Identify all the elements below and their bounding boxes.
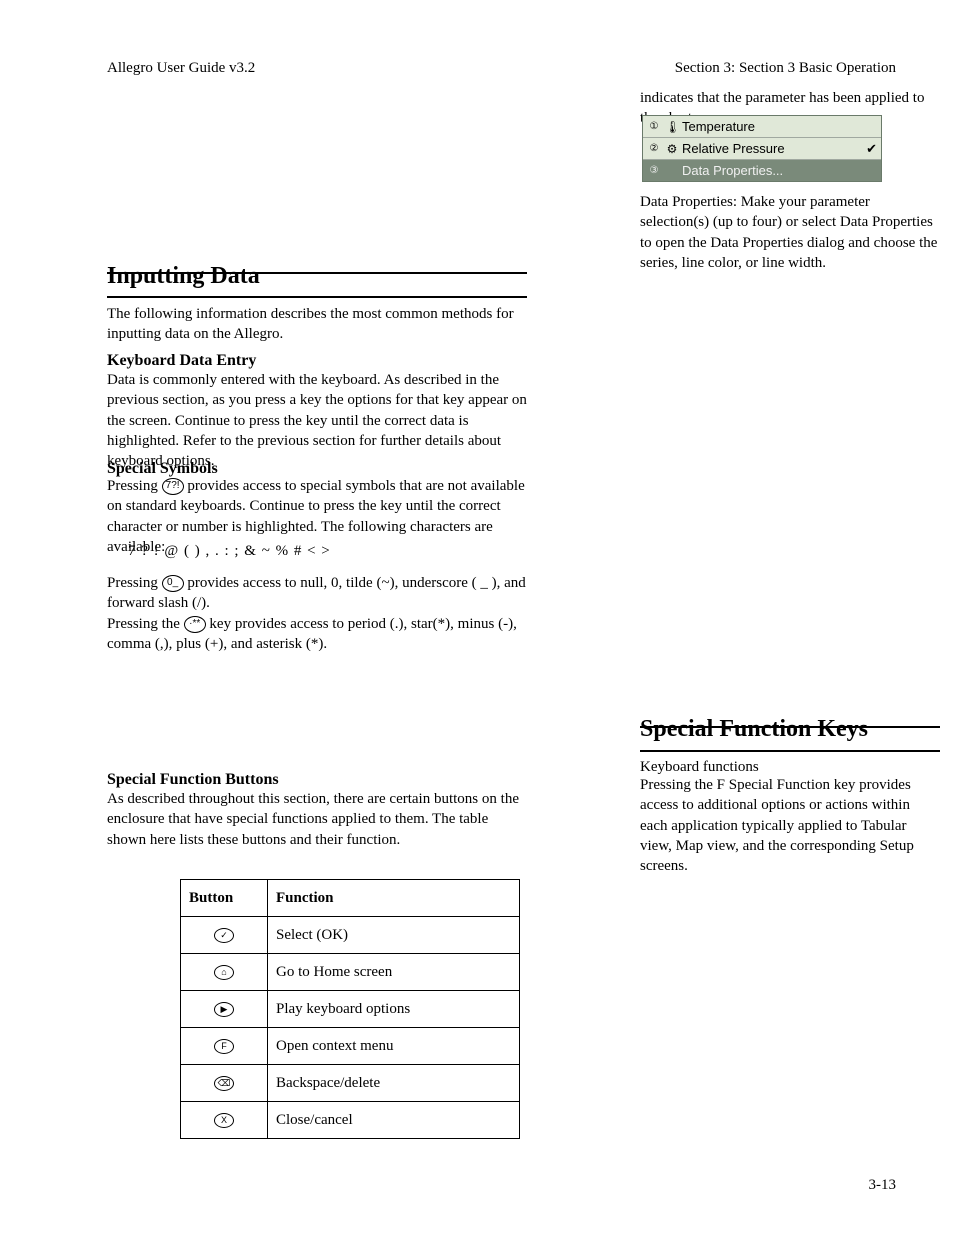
check-icon: ✔ [866,141,877,157]
text: Pressing [107,478,162,494]
cell-function: Select (OK) [268,917,520,954]
key-dot: ·** [184,616,206,633]
heading-inputting-data: Inputting Data [107,263,260,290]
subhead-keyboard-entry: Keyboard Data Entry [107,350,256,372]
menu-item-temperature[interactable]: ① 🌡 Temperature [643,116,881,138]
thermometer-icon: 🌡 [665,120,679,134]
play-button-icon: ▶ [214,1002,234,1017]
function-buttons-table: Button Function ✓ Select (OK) ⌂ Go to Ho… [180,879,520,1139]
cell-function: Play keyboard options [268,991,520,1028]
cancel-button-icon: X [214,1113,234,1128]
header-right: Section 3: Section 3 Basic Operation [675,58,896,78]
header-left: Allegro User Guide v3.2 [107,58,255,78]
subhead-special-function-buttons: Special Function Buttons [107,769,279,791]
cell-function: Backspace/delete [268,1065,520,1102]
backspace-button-icon: ⌫ [214,1076,234,1091]
text: Pressing [107,575,162,591]
page-number: 3-13 [869,1175,897,1195]
menu-number-1: ① [647,120,661,134]
menu-item-data-properties[interactable]: ③ Data Properties... [643,160,881,182]
table-row: F Open context menu [181,1028,520,1065]
home-button-icon: ⌂ [214,965,234,980]
f-button-icon: F [214,1039,234,1054]
menu-label: Relative Pressure [682,141,785,156]
context-menu: ① 🌡 Temperature ② ⚙ Relative Pressure ✔ … [642,115,882,182]
th-button: Button [181,880,268,917]
cell-function: Close/cancel [268,1102,520,1139]
cell-function: Open context menu [268,1028,520,1065]
table-row: ⌫ Backspace/delete [181,1065,520,1102]
menu-label: Temperature [682,119,755,134]
heading-special-function-keys: Special Function Keys [640,716,868,743]
cell-function: Go to Home screen [268,954,520,991]
keyboard-entry-body: Data is commonly entered with the keyboa… [107,370,527,471]
special-function-buttons-body: As described throughout this section, th… [107,789,527,850]
special-symbols-body-3: Pressing the ·** key provides access to … [107,614,527,655]
symbol-list: 7 ? ! @ ( ) , . : ; & ~ % # < > [128,541,331,561]
menu-item-relative-pressure[interactable]: ② ⚙ Relative Pressure ✔ [643,138,881,160]
menu-number-2: ② [647,142,661,156]
gauge-icon: ⚙ [665,142,679,156]
table-header-row: Button Function [181,880,520,917]
table-row: X Close/cancel [181,1102,520,1139]
menu-label: Data Properties... [682,163,783,178]
text: Pressing the [107,616,184,632]
key-7: 7?! [162,478,184,495]
intro-paragraph: The following information describes the … [107,304,527,345]
paragraph-data-properties: Data Properties: Make your parameter sel… [640,192,940,273]
check-button-icon: ✓ [214,928,234,943]
menu-number-3: ③ [647,164,661,178]
table-row: ▶ Play keyboard options [181,991,520,1028]
th-function: Function [268,880,520,917]
special-symbols-body-2: Pressing 0_ provides access to null, 0, … [107,573,527,614]
key-0: 0_ [162,575,184,592]
table-row: ✓ Select (OK) [181,917,520,954]
special-function-keys-body: Pressing the F Special Function key prov… [640,775,940,876]
table-row: ⌂ Go to Home screen [181,954,520,991]
